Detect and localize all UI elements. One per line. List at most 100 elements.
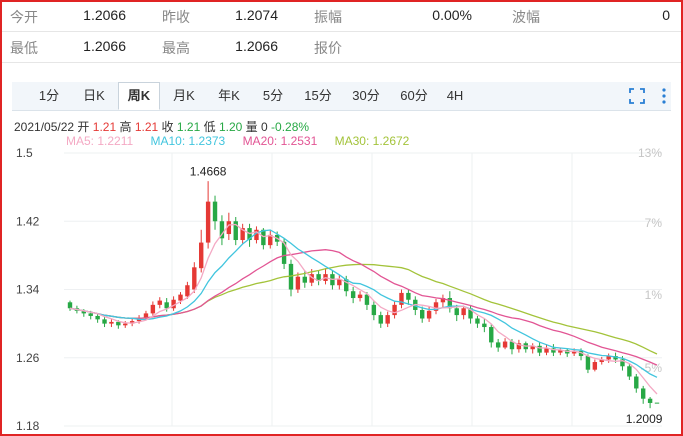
tab-60min[interactable]: 60分 xyxy=(392,82,436,110)
amplitude-value: 0.00% xyxy=(432,7,472,23)
candle-body xyxy=(585,356,591,370)
period-tabs: 1分 日K 周K 月K 年K 5分 15分 30分 60分 4H xyxy=(12,82,671,111)
candle-body xyxy=(261,229,266,246)
y-tick-label: 1.34 xyxy=(16,283,40,297)
kline-chart[interactable]: 1.51.421.341.261.1813%7%1%-5%1.46681.200… xyxy=(2,144,681,434)
candle-body xyxy=(116,321,121,326)
percent-tick-label: 13% xyxy=(638,146,662,160)
bar-date: 2021/05/22 xyxy=(14,120,75,134)
candle-body xyxy=(654,402,660,404)
candle-body xyxy=(95,315,100,320)
bar-change: -0.28% xyxy=(271,120,310,134)
candle-body xyxy=(350,291,356,299)
bar-volume: 0 xyxy=(261,120,268,134)
candle-body xyxy=(164,302,169,309)
candle-body xyxy=(495,342,501,348)
candle-body xyxy=(371,304,377,316)
candle-body xyxy=(364,294,370,305)
candle-body xyxy=(647,398,653,403)
candle-body xyxy=(295,276,301,290)
candle-body xyxy=(420,309,425,319)
candle-body xyxy=(627,366,632,377)
bar-high: 1.21 xyxy=(134,120,159,134)
tab-monthly-k[interactable]: 月K xyxy=(164,82,204,110)
prev-close-value: 1.2074 xyxy=(235,7,278,23)
tab-weekly-k[interactable]: 周K xyxy=(118,82,160,110)
candle-body xyxy=(205,201,211,243)
low-value: 1.2066 xyxy=(83,38,126,54)
candle-body xyxy=(489,327,494,343)
range-label: 波幅 xyxy=(512,9,540,25)
amplitude-label: 振幅 xyxy=(314,9,342,25)
quote-divider xyxy=(2,62,681,63)
candle-body xyxy=(157,300,162,305)
candle-body xyxy=(302,276,307,283)
y-tick-label: 1.26 xyxy=(16,351,40,365)
ma30-line xyxy=(69,263,658,355)
open-value: 1.2066 xyxy=(83,7,126,23)
tab-15min[interactable]: 15分 xyxy=(296,82,340,110)
candle-body xyxy=(502,341,508,348)
candle-body xyxy=(357,294,363,299)
tab-yearly-k[interactable]: 年K xyxy=(208,82,250,110)
candle-body xyxy=(123,323,128,326)
bar-low-label: 低 xyxy=(203,120,216,134)
bar-close: 1.21 xyxy=(176,120,201,134)
quote-price-label: 报价 xyxy=(314,40,342,56)
candle-body xyxy=(544,348,549,353)
bar-high-label: 高 xyxy=(119,120,132,134)
candle-body xyxy=(406,292,411,300)
candle-body xyxy=(592,362,598,370)
tab-1min[interactable]: 1分 xyxy=(30,82,68,110)
tab-4h[interactable]: 4H xyxy=(440,82,470,110)
bar-close-label: 收 xyxy=(161,120,174,134)
candle-body xyxy=(150,304,156,314)
candle-body xyxy=(109,321,114,324)
low-label: 最低 xyxy=(10,40,38,56)
max-annotation: 1.4668 xyxy=(190,164,227,178)
high-label: 最高 xyxy=(162,40,190,56)
candle-body xyxy=(475,318,480,324)
candle-body xyxy=(102,319,107,324)
candle-body xyxy=(192,267,197,290)
y-tick-label: 1.42 xyxy=(16,214,40,228)
bar-info-line: 2021/05/22 开 1.21 高 1.21 收 1.21 低 1.20 量… xyxy=(14,118,309,135)
quote-row-1: 今开 1.2066 昨收 1.2074 振幅 0.00% 波幅 0 xyxy=(2,2,681,32)
y-tick-label: 1.18 xyxy=(16,419,40,433)
more-vertical-icon[interactable] xyxy=(660,87,668,105)
percent-tick-label: 1% xyxy=(645,288,663,302)
candle-body xyxy=(88,313,93,316)
high-value: 1.2066 xyxy=(235,38,278,54)
min-annotation: 1.2009 xyxy=(626,412,663,426)
open-label: 今开 xyxy=(10,9,38,25)
bar-volume-label: 量 xyxy=(245,120,258,134)
candle-body xyxy=(482,323,487,328)
bar-open: 1.21 xyxy=(92,120,117,134)
candle-body xyxy=(454,308,459,316)
ma20-line xyxy=(69,249,658,366)
tab-5min[interactable]: 5分 xyxy=(254,82,292,110)
fullscreen-icon[interactable] xyxy=(629,88,645,104)
candle-body xyxy=(143,313,149,318)
percent-tick-label: 7% xyxy=(645,216,663,230)
candle-body xyxy=(461,308,466,316)
candle-body xyxy=(378,315,383,324)
prev-close-label: 昨收 xyxy=(162,9,190,25)
candle-body xyxy=(426,310,432,319)
y-tick-label: 1.5 xyxy=(16,146,33,160)
tab-daily-k[interactable]: 日K xyxy=(74,82,114,110)
candle-body xyxy=(640,388,646,399)
bar-open-label: 开 xyxy=(77,120,90,134)
range-value: 0 xyxy=(662,7,670,23)
candle-body xyxy=(199,242,204,269)
quote-row-2: 最低 1.2066 最高 1.2066 报价 xyxy=(2,32,681,62)
candle-body xyxy=(185,285,190,297)
candle-body xyxy=(212,201,218,222)
candle-body xyxy=(67,302,73,309)
candle-body xyxy=(385,315,390,324)
tab-30min[interactable]: 30分 xyxy=(344,82,388,110)
bar-low: 1.20 xyxy=(218,120,243,134)
candle-body xyxy=(634,376,639,389)
quote-panel: 今开 1.2066 昨收 1.2074 振幅 0.00% 波幅 0 最低 1.2… xyxy=(0,0,683,436)
candle-body xyxy=(392,304,397,316)
